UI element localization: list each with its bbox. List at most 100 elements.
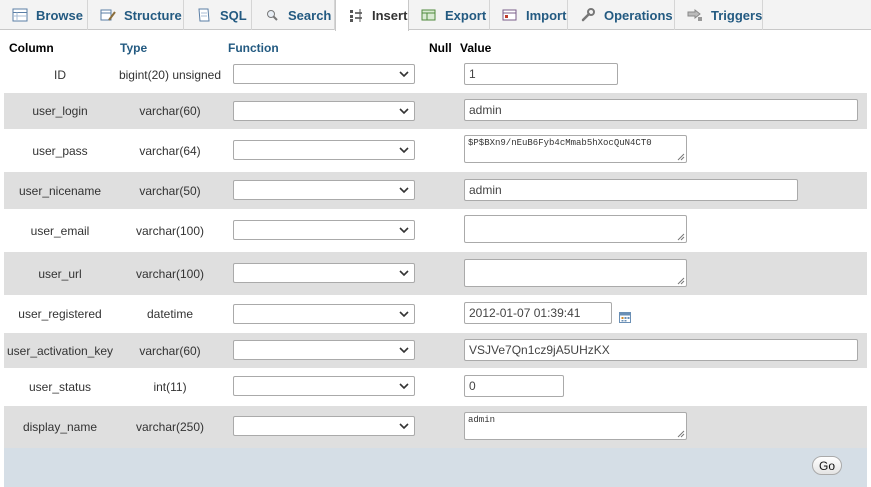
column-name: user_pass [32,143,88,158]
tab-insert[interactable]: Insert [335,0,409,31]
structure-icon [100,8,116,22]
value-text: admin [468,415,496,425]
chevron-down-icon [399,347,409,354]
chevron-down-icon [399,187,409,194]
resize-grip-icon[interactable] [677,233,685,241]
tab-sql[interactable]: SQL [184,0,252,30]
value-input[interactable]: admin [464,179,798,201]
table-row: user_activation_key varchar(60) VSJVe7Qn… [4,333,867,368]
function-select[interactable] [233,101,415,121]
column-name: ID [54,67,66,82]
function-select[interactable] [233,220,415,240]
tab-browse[interactable]: Browse [0,0,88,30]
column-name: user_status [28,380,92,394]
function-select[interactable] [233,304,415,324]
sql-icon [196,8,212,22]
header-function: Function [228,41,279,55]
table-row: user_login varchar(60) admin [4,93,867,129]
calendar-icon[interactable] [619,311,631,323]
browse-icon [12,8,28,22]
column-type: varchar(64) [139,143,201,158]
chevron-down-icon [399,311,409,318]
tab-triggers[interactable]: Triggers [675,0,763,30]
chevron-down-icon [399,383,409,390]
value-textarea[interactable]: admin [464,412,687,440]
column-type: bigint(20) unsigned [118,67,222,82]
function-select[interactable] [233,140,415,160]
column-name: user_nicename [18,183,102,198]
value-textarea[interactable] [464,259,687,287]
value-input[interactable]: 0 [464,375,564,397]
header-type: Type [120,41,148,55]
value-textarea[interactable]: $P$BXn9/nEuB6Fyb4cMmab5hXocQuN4CT0 [464,135,687,163]
value-input[interactable]: 2012-01-07 01:39:41 [464,302,612,324]
column-type: varchar(50) [139,183,201,198]
function-select[interactable] [233,64,415,84]
column-name: user_email [30,223,90,238]
header-value: Value [460,41,492,55]
column-name: user_registered [18,307,102,321]
column-name: display_name [22,420,98,434]
column-type: varchar(250) [135,420,205,434]
insert-icon [348,8,364,23]
go-button[interactable]: Go [812,456,842,475]
search-icon [264,8,280,22]
column-type: varchar(60) [139,104,201,118]
tab-export-label: Export [445,7,487,23]
tab-bar: Browse Structure SQL Search Insert Expor… [0,0,871,31]
chevron-down-icon [399,71,409,78]
resize-grip-icon[interactable] [677,430,685,438]
tab-triggers-label: Triggers [711,7,763,23]
function-select[interactable] [233,263,415,283]
column-type: varchar(60) [139,343,201,358]
function-select[interactable] [233,340,415,360]
tab-import[interactable]: Import [490,0,568,30]
column-type: varchar(100) [135,266,205,281]
value-input[interactable]: VSJVe7Qn1cz9jA5UHzKX [464,339,858,361]
function-select[interactable] [233,416,415,436]
tab-sql-label: SQL [220,7,247,23]
table-row: user_status int(11) 0 [4,368,867,406]
chevron-down-icon [399,147,409,154]
value-text: $P$BXn9/nEuB6Fyb4cMmab5hXocQuN4CT0 [468,138,652,148]
triggers-icon [687,8,703,22]
table-row: user_pass varchar(64) $P$BXn9/nEuB6Fyb4c… [4,129,867,172]
chevron-down-icon [399,108,409,115]
value-input[interactable]: admin [464,99,858,121]
table-header: Column Type Function Null Value [4,40,867,56]
resize-grip-icon[interactable] [677,277,685,285]
column-name: user_login [32,104,88,118]
tab-operations[interactable]: Operations [568,0,675,30]
form-footer: Go [4,448,867,487]
value-input[interactable]: 1 [464,63,618,85]
column-type: varchar(100) [135,223,205,238]
resize-grip-icon[interactable] [677,153,685,161]
value-textarea[interactable] [464,215,687,243]
column-type: datetime [146,307,194,321]
column-name: user_activation_key [6,343,114,358]
wrench-icon [580,8,596,22]
function-select[interactable] [233,376,415,396]
chevron-down-icon [399,227,409,234]
tab-operations-label: Operations [604,7,673,23]
chevron-down-icon [399,423,409,430]
tab-search-label: Search [288,7,332,23]
table-row: user_url varchar(100) [4,252,867,295]
function-select[interactable] [233,180,415,200]
tab-search[interactable]: Search [252,0,335,30]
table-row: user_email varchar(100) [4,209,867,252]
header-column: Column [9,41,54,55]
tab-import-label: Import [526,7,567,23]
tab-export[interactable]: Export [409,0,490,30]
table-row: display_name varchar(250) admin [4,406,867,448]
tab-browse-label: Browse [36,7,83,23]
tab-insert-label: Insert [372,8,408,23]
table-row: user_registered datetime 2012-01-07 01:3… [4,295,867,333]
import-icon [502,8,518,22]
tab-structure[interactable]: Structure [88,0,184,30]
chevron-down-icon [399,270,409,277]
header-null: Null [429,41,452,55]
column-name: user_url [38,266,82,281]
tab-structure-label: Structure [124,7,182,23]
table-row: ID bigint(20) unsigned 1 [4,56,867,93]
